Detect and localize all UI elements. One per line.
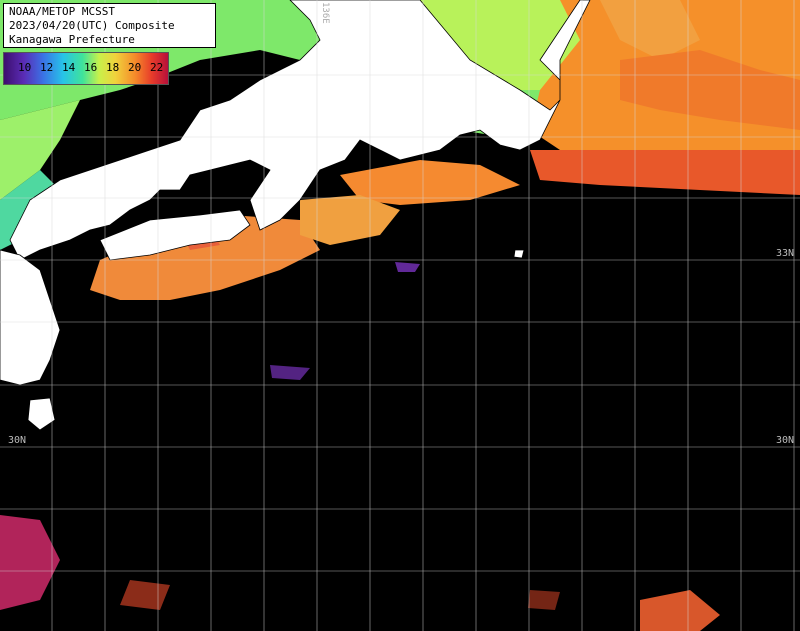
title-line-3: Kanagawa Prefecture — [9, 33, 135, 46]
lat-label-30n-left: 30N — [8, 435, 27, 446]
colorbar-label: 16 — [84, 61, 98, 74]
colorbar-label: 20 — [128, 61, 142, 74]
title-line-1: NOAA/METOP MCSST — [9, 5, 115, 18]
colorbar-label: 14 — [62, 61, 76, 74]
title-box: NOAA/METOP MCSST 2023/04/20(UTC) Composi… — [3, 3, 216, 48]
colorbar-label: 22 — [150, 61, 164, 74]
sst-map: NOAA/METOP MCSST 2023/04/20(UTC) Composi… — [0, 0, 800, 631]
colorbar-label: 10 — [18, 61, 32, 74]
title-line-2: 2023/04/20(UTC) Composite — [9, 19, 175, 32]
colorbar-labels: 10 12 14 16 18 20 22 — [18, 61, 172, 74]
lat-label-33n: 33N — [776, 248, 795, 259]
map-canvas — [0, 0, 800, 631]
colorbar-label: 12 — [40, 61, 54, 74]
sst-south-patches — [0, 262, 720, 631]
lon-label-136e: 136E — [320, 2, 330, 24]
sst-colorbar: 10 12 14 16 18 20 22 — [3, 52, 169, 85]
lat-label-30n-right: 30N — [776, 435, 795, 446]
colorbar-label: 18 — [106, 61, 120, 74]
